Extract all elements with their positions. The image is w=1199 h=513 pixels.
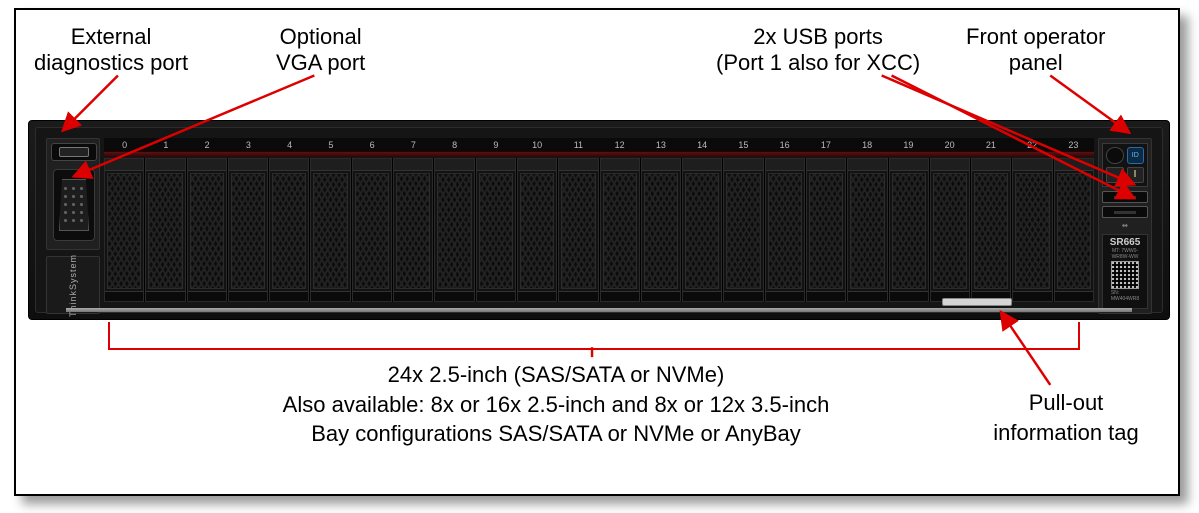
drive-bay[interactable] bbox=[930, 158, 970, 302]
drive-bay[interactable] bbox=[682, 158, 722, 302]
drive-bay[interactable] bbox=[476, 158, 516, 302]
bay-number: 10 bbox=[517, 138, 558, 151]
drive-bay[interactable] bbox=[847, 158, 887, 302]
drive-bay[interactable] bbox=[393, 158, 433, 302]
bay-number: 15 bbox=[723, 138, 764, 151]
drive-bay[interactable] bbox=[269, 158, 309, 302]
label-front-operator-panel: Front operatorpanel bbox=[966, 24, 1105, 77]
bay-number: 4 bbox=[269, 138, 310, 151]
bay-number: 21 bbox=[970, 138, 1011, 151]
bay-number: 17 bbox=[805, 138, 846, 151]
drive-bay[interactable] bbox=[600, 158, 640, 302]
accent-line bbox=[104, 152, 1094, 157]
bay-number: 18 bbox=[847, 138, 888, 151]
drive-bay[interactable] bbox=[1054, 158, 1094, 302]
drive-bay[interactable] bbox=[806, 158, 846, 302]
bay-number: 6 bbox=[352, 138, 393, 151]
front-operator-panel[interactable]: ID bbox=[1102, 143, 1148, 187]
bays-bracket bbox=[108, 322, 1080, 350]
service-tag: SR665 MT: 7WW0-WR8W-WW SN:MW404WR8 bbox=[1102, 234, 1148, 309]
drive-bay[interactable] bbox=[352, 158, 392, 302]
label-external-diagnostics: Externaldiagnostics port bbox=[34, 24, 188, 77]
drive-bay[interactable] bbox=[187, 158, 227, 302]
drive-bay-array bbox=[104, 158, 1094, 302]
drive-bay[interactable] bbox=[971, 158, 1011, 302]
bay-number: 8 bbox=[434, 138, 475, 151]
bay-number: 3 bbox=[228, 138, 269, 151]
bay-number: 2 bbox=[187, 138, 228, 151]
pullout-info-tag[interactable] bbox=[942, 298, 1012, 306]
bay-number: 20 bbox=[929, 138, 970, 151]
drive-bay[interactable] bbox=[765, 158, 805, 302]
caption-bays: 24x 2.5-inch (SAS/SATA or NVMe) Also ava… bbox=[176, 360, 936, 449]
usb-icon: ⬌ bbox=[1102, 221, 1148, 230]
drive-bay[interactable] bbox=[558, 158, 598, 302]
status-led bbox=[1106, 167, 1124, 184]
bay-number: 16 bbox=[764, 138, 805, 151]
bay-number: 19 bbox=[888, 138, 929, 151]
id-button[interactable]: ID bbox=[1127, 147, 1145, 164]
drive-bay[interactable] bbox=[310, 158, 350, 302]
brand-badge: ThinkSystem bbox=[46, 256, 100, 314]
drive-bay[interactable] bbox=[434, 158, 474, 302]
bay-number: 14 bbox=[682, 138, 723, 151]
label-usb-ports: 2x USB ports(Port 1 also for XCC) bbox=[716, 24, 920, 77]
drive-bay[interactable] bbox=[641, 158, 681, 302]
drive-bay[interactable] bbox=[228, 158, 268, 302]
vga-port[interactable] bbox=[53, 169, 95, 241]
bay-number: 22 bbox=[1012, 138, 1053, 151]
usb-port-2[interactable] bbox=[1102, 206, 1148, 218]
chassis-bottom-rail bbox=[66, 308, 1132, 312]
label-pullout-tag: Pull-outinformation tag bbox=[976, 388, 1156, 447]
bay-number: 12 bbox=[599, 138, 640, 151]
usb-port-1[interactable] bbox=[1102, 191, 1148, 203]
bay-number: 23 bbox=[1053, 138, 1094, 151]
power-button[interactable] bbox=[1106, 147, 1124, 164]
bay-number-strip: 01234567891011121314151617181920212223 bbox=[104, 138, 1094, 152]
bay-number: 7 bbox=[393, 138, 434, 151]
bay-number: 0 bbox=[104, 138, 145, 151]
drive-bay[interactable] bbox=[145, 158, 185, 302]
drive-bay[interactable] bbox=[517, 158, 557, 302]
label-optional-vga: OptionalVGA port bbox=[276, 24, 365, 77]
fault-led bbox=[1127, 167, 1145, 184]
bay-number: 11 bbox=[558, 138, 599, 151]
external-diagnostics-port[interactable] bbox=[51, 143, 97, 161]
drive-bay[interactable] bbox=[104, 158, 144, 302]
bay-number: 1 bbox=[145, 138, 186, 151]
right-io-module: ID ⬌ SR665 MT: 7WW0-WR8W-WW SN:MW404WR8 bbox=[1098, 138, 1152, 314]
qr-code-icon bbox=[1111, 261, 1139, 289]
drive-bay[interactable] bbox=[1012, 158, 1052, 302]
bay-number: 5 bbox=[310, 138, 351, 151]
bay-number: 13 bbox=[640, 138, 681, 151]
drive-bay[interactable] bbox=[889, 158, 929, 302]
drive-bay[interactable] bbox=[723, 158, 763, 302]
server-chassis: ThinkSystem 0123456789101112131415161718… bbox=[28, 120, 1170, 320]
left-io-module bbox=[46, 138, 100, 250]
bay-number: 9 bbox=[475, 138, 516, 151]
